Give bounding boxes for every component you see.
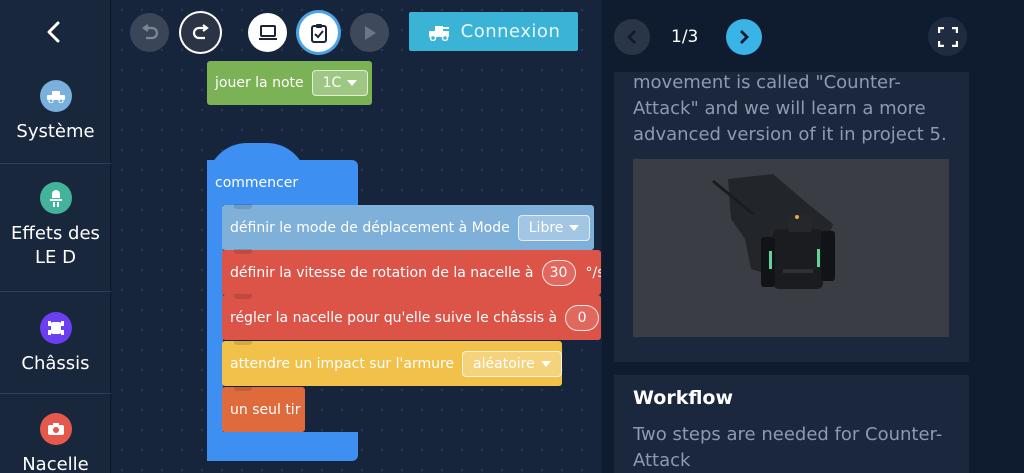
mode-dropdown[interactable]: Libre: [517, 214, 591, 241]
device-view-button[interactable]: [248, 13, 287, 52]
category-led-effects[interactable]: Effets des LE D: [0, 182, 111, 270]
category-label: Effets des LE D: [11, 223, 100, 268]
start-block[interactable]: commencer: [207, 160, 358, 205]
tutorial-card: movement is called "Counter-Attack" and …: [614, 72, 969, 362]
divider: [0, 163, 111, 164]
workflow-heading: Workflow: [633, 387, 734, 409]
play-icon: [364, 25, 376, 40]
category-sidebar: Système Effets des LE D Châssis Nacelle: [0, 0, 111, 473]
note-value: 1C: [322, 75, 342, 91]
category-system[interactable]: Système: [0, 80, 111, 144]
single-shot-block[interactable]: un seul tir: [222, 386, 305, 432]
undo-button[interactable]: [130, 13, 169, 52]
follow-angle-input[interactable]: 0: [565, 304, 600, 331]
mode-value: Libre: [528, 219, 564, 236]
undo-icon: [141, 23, 158, 39]
workflow-text: Two steps are needed for Counter-Attack: [633, 424, 943, 471]
caret-down-icon: [569, 224, 580, 231]
chevron-right-icon: [740, 30, 749, 44]
speed-input[interactable]: 30: [541, 259, 576, 286]
block-label: régler la nacelle pour qu'elle suive le …: [230, 309, 558, 326]
chassis-icon: [39, 312, 72, 344]
start-block-foot: [207, 432, 358, 461]
checklist-button[interactable]: [299, 13, 338, 52]
divider: [0, 291, 111, 292]
play-note-block[interactable]: jouer la note 1C: [207, 61, 372, 105]
redo-icon: [192, 23, 209, 39]
set-mode-block[interactable]: définir le mode de déplacement à Mode Li…: [222, 204, 594, 250]
wait-armor-hit-block[interactable]: attendre un impact sur l'armure aléatoir…: [222, 340, 562, 386]
workflow-card: Workflow Two steps are needed for Counte…: [614, 375, 969, 473]
fullscreen-icon: [937, 26, 958, 47]
chevron-left-icon: [627, 30, 636, 44]
armor-value: aléatoire: [473, 355, 535, 372]
start-block-body: [207, 200, 223, 440]
follow-chassis-block[interactable]: régler la nacelle pour qu'elle suive le …: [222, 294, 601, 340]
block-label: un seul tir: [230, 401, 301, 418]
block-label: jouer la note: [215, 75, 304, 91]
note-dropdown[interactable]: 1C: [311, 70, 369, 96]
set-rotation-speed-block[interactable]: définir la vitesse de rotation de la nac…: [222, 249, 602, 295]
robot-icon: [39, 80, 72, 112]
led-bulb-icon: [39, 182, 72, 214]
armor-dropdown[interactable]: aléatoire: [462, 350, 562, 377]
fullscreen-button[interactable]: [928, 17, 967, 56]
next-page-button[interactable]: [726, 19, 762, 55]
run-button[interactable]: [350, 13, 389, 52]
category-gimbal[interactable]: Nacelle: [0, 413, 111, 473]
block-label: attendre un impact sur l'armure: [230, 355, 455, 372]
monitor-icon: [258, 24, 277, 40]
clipboard-check-icon: [310, 23, 327, 43]
block-label: définir le mode de déplacement à Mode: [230, 219, 510, 236]
previous-page-button[interactable]: [614, 19, 650, 55]
chevron-left-icon: [47, 21, 60, 43]
robot-connect-icon: [428, 25, 449, 41]
divider: [0, 393, 111, 394]
category-label: Système: [16, 121, 95, 142]
caret-down-icon: [540, 360, 551, 367]
category-chassis[interactable]: Châssis: [0, 312, 111, 376]
robot-photo: [633, 159, 949, 337]
code-workspace[interactable]: Connexion jouer la note 1C commencer déf…: [112, 0, 601, 473]
connect-label: Connexion: [460, 21, 561, 42]
caret-down-icon: [347, 80, 358, 86]
redo-button[interactable]: [181, 13, 220, 52]
category-label: Nacelle: [22, 454, 89, 473]
app-window: Système Effets des LE D Châssis Nacelle: [0, 0, 1024, 473]
back-button[interactable]: [36, 14, 72, 50]
speed-unit: °/s: [585, 264, 602, 281]
block-label: commencer: [215, 174, 299, 191]
block-label: définir la vitesse de rotation de la nac…: [230, 264, 534, 281]
connect-button[interactable]: Connexion: [409, 12, 578, 51]
page-indicator: 1/3: [671, 27, 699, 47]
tutorial-text: movement is called "Counter-Attack" and …: [633, 72, 947, 145]
category-label: Châssis: [21, 353, 90, 374]
camera-icon: [39, 413, 72, 445]
